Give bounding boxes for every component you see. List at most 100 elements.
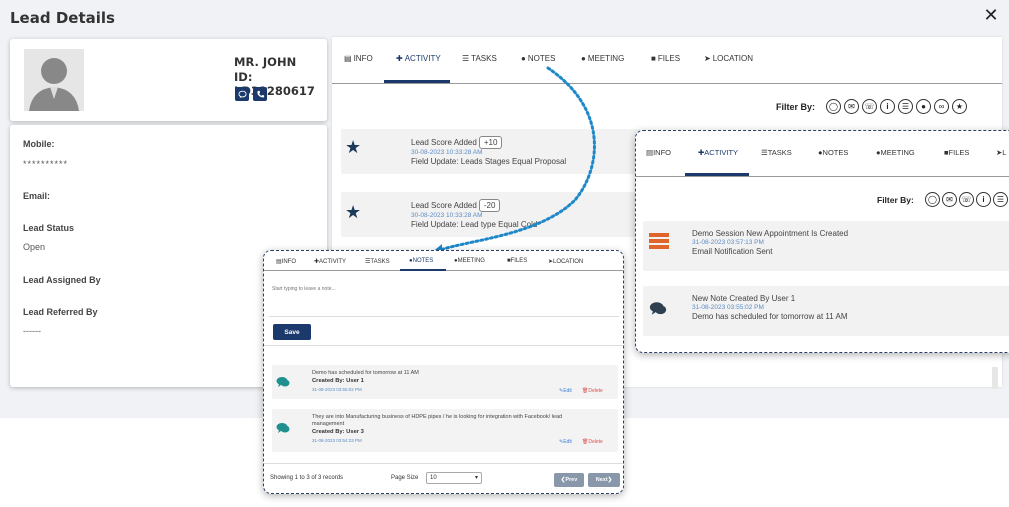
call-button[interactable] bbox=[253, 87, 267, 101]
popup-tab-notes[interactable]: ●NOTES bbox=[818, 148, 848, 157]
note-created-by: Created By: User 3 bbox=[312, 429, 364, 435]
filter-list-icon[interactable]: ☰ bbox=[993, 192, 1008, 207]
chat-icon bbox=[237, 90, 247, 98]
divider bbox=[264, 345, 623, 346]
popup-tab-info[interactable]: ▤INFO bbox=[276, 258, 296, 265]
lead-status-label: Lead Status bbox=[23, 223, 75, 233]
score-badge: -20 bbox=[478, 199, 501, 212]
chevron-down-icon: ▾ bbox=[474, 475, 478, 481]
activity-item: ★ Lead Score Added -20 30-08-2023 10:33:2… bbox=[341, 192, 641, 237]
popup-tab-tasks[interactable]: ☰TASKS bbox=[365, 258, 390, 265]
filter-list-icon[interactable]: ☰ bbox=[898, 99, 913, 114]
activity-detail: Field Update: Leads Stages Equal Proposa… bbox=[411, 157, 567, 166]
popup-tab-notes[interactable]: ●NOTES bbox=[409, 258, 433, 264]
active-tab-indicator bbox=[384, 80, 450, 83]
prev-button[interactable]: ❮ Prev bbox=[554, 473, 584, 487]
lead-name: MR. JOHN bbox=[234, 55, 297, 69]
activity-date: 30-08-2023 10:33:28 AM bbox=[411, 149, 483, 156]
popup-tab-info[interactable]: ▤INFO bbox=[646, 148, 671, 157]
page-size-label: Page Size bbox=[391, 475, 419, 481]
tab-label: INFO bbox=[353, 54, 373, 63]
tasks-icon: ☰ bbox=[462, 54, 470, 63]
comments-icon bbox=[276, 423, 290, 433]
filter-info-icon[interactable]: i bbox=[976, 192, 991, 207]
page-size-select[interactable]: 10 ▾ bbox=[426, 472, 482, 484]
notes-popup: ▤INFO ✚ACTIVITY ☰TASKS ●NOTES ●MEETING ■… bbox=[263, 250, 624, 494]
filter-phone-icon[interactable]: ☏ bbox=[862, 99, 877, 114]
note-text-continued: management bbox=[312, 421, 345, 427]
note-item: They are into Manufacturing business of … bbox=[272, 409, 618, 452]
popup-tab-activity[interactable]: ✚ACTIVITY bbox=[698, 148, 738, 157]
tab-notes[interactable]: ● NOTES bbox=[521, 54, 555, 63]
note-date: 31-08-2023 03:55:02 PM bbox=[312, 387, 362, 392]
popup-tab-files[interactable]: ■FILES bbox=[944, 148, 969, 157]
popup-tab-activity[interactable]: ✚ACTIVITY bbox=[314, 258, 346, 265]
filter-by-label: Filter By: bbox=[776, 102, 816, 112]
scrollbar[interactable] bbox=[992, 367, 998, 389]
activity-detail: Demo has scheduled for tomorrow at 11 AM bbox=[692, 312, 848, 321]
next-button[interactable]: Next ❯ bbox=[588, 473, 620, 487]
page-title: Lead Details bbox=[10, 9, 115, 27]
chat-button[interactable] bbox=[235, 87, 249, 101]
tab-bar: ▤ INFO ✚ ACTIVITY ☰ TASKS ● NOTES ● MEETING ■… bbox=[332, 37, 1002, 84]
mobile-label: Mobile: bbox=[23, 139, 55, 149]
tab-location[interactable]: ➤ LOCATION bbox=[704, 54, 753, 63]
filter-star-icon[interactable]: ★ bbox=[952, 99, 967, 114]
delete-link[interactable]: 🗑Delete bbox=[582, 439, 603, 445]
popup-tab-tasks[interactable]: ☰TASKS bbox=[761, 148, 792, 157]
note-item: Demo has scheduled for tomorrow at 11 AM… bbox=[272, 365, 618, 399]
activity-date: 31-08-2023 03:57:13 PM bbox=[692, 239, 764, 246]
filter-chat-icon[interactable]: ◯ bbox=[925, 192, 940, 207]
filter-info-icon[interactable]: i bbox=[880, 99, 895, 114]
mobile-value: ********** bbox=[23, 159, 69, 169]
avatar-icon bbox=[24, 49, 84, 111]
tab-label: LOCATION bbox=[712, 54, 754, 63]
activity-item: ★ Lead Score Added +10 30-08-2023 10:33:2… bbox=[341, 129, 641, 174]
tab-label: MEETING bbox=[587, 54, 625, 63]
popup-tab-meeting[interactable]: ●MEETING bbox=[876, 148, 915, 157]
activity-detail: Email Notification Sent bbox=[692, 247, 773, 256]
lead-assigned-label: Lead Assigned By bbox=[23, 275, 101, 285]
tab-activity[interactable]: ✚ ACTIVITY bbox=[396, 54, 441, 63]
filter-email-icon[interactable]: ✉ bbox=[844, 99, 859, 114]
note-text: Demo has scheduled for tomorrow at 11 AM bbox=[312, 370, 419, 376]
edit-link[interactable]: ✎Edit bbox=[559, 439, 572, 445]
tab-meeting[interactable]: ● MEETING bbox=[581, 54, 624, 63]
filter-comments-icon[interactable]: ● bbox=[916, 99, 931, 114]
note-input[interactable]: Start typing to leave a note... bbox=[269, 277, 619, 317]
filter-link-icon[interactable]: ∞ bbox=[934, 99, 949, 114]
tab-info[interactable]: ▤ INFO bbox=[344, 54, 373, 63]
lead-referred-value: ------ bbox=[23, 326, 41, 336]
filter-by-label: Filter By: bbox=[877, 195, 914, 205]
phone-icon bbox=[256, 90, 264, 97]
lead-details-screen: Lead Details ✕ MR. JOHN ID: LD31280617 M… bbox=[0, 0, 1009, 507]
activity-title: Demo Session New Appointment Is Created bbox=[692, 229, 849, 238]
lead-status-value: Open bbox=[23, 242, 46, 252]
tab-label: ACTIVITY bbox=[404, 54, 441, 63]
popup-active-tab-indicator bbox=[400, 269, 446, 271]
filter-email-icon[interactable]: ✉ bbox=[942, 192, 957, 207]
popup-tab-location[interactable]: ➤L bbox=[996, 148, 1006, 157]
close-icon[interactable]: ✕ bbox=[982, 6, 1000, 24]
score-badge: +10 bbox=[478, 136, 503, 149]
note-placeholder: Start typing to leave a note... bbox=[272, 286, 336, 292]
file-icon: ■ bbox=[651, 54, 656, 63]
activity-item: New Note Created By User 1 31-08-2023 03… bbox=[643, 286, 1009, 336]
filter-phone-icon[interactable]: ☏ bbox=[959, 192, 974, 207]
activity-popup: ▤INFO ✚ACTIVITY ☰TASKS ●NOTES ●MEETING ■… bbox=[635, 130, 1009, 353]
popup-tab-location[interactable]: ➤LOCATION bbox=[548, 258, 583, 265]
email-label: Email: bbox=[23, 191, 51, 201]
delete-link[interactable]: 🗑Delete bbox=[582, 388, 603, 394]
edit-link[interactable]: ✎Edit bbox=[559, 388, 572, 394]
tab-files[interactable]: ■ FILES bbox=[651, 54, 680, 63]
popup-tab-meeting[interactable]: ●MEETING bbox=[454, 258, 485, 264]
tab-tasks[interactable]: ☰ TASKS bbox=[462, 54, 497, 63]
divider bbox=[264, 463, 623, 464]
save-button[interactable]: Save bbox=[273, 324, 311, 340]
comments-icon bbox=[276, 377, 290, 387]
popup-tab-files[interactable]: ■FILES bbox=[507, 258, 527, 264]
records-summary: Showing 1 to 3 of 3 records bbox=[270, 475, 344, 481]
activity-item: Demo Session New Appointment Is Created … bbox=[643, 221, 1009, 271]
filter-chat-icon[interactable]: ◯ bbox=[826, 99, 841, 114]
info-tab-icon: ▤ bbox=[344, 54, 352, 63]
